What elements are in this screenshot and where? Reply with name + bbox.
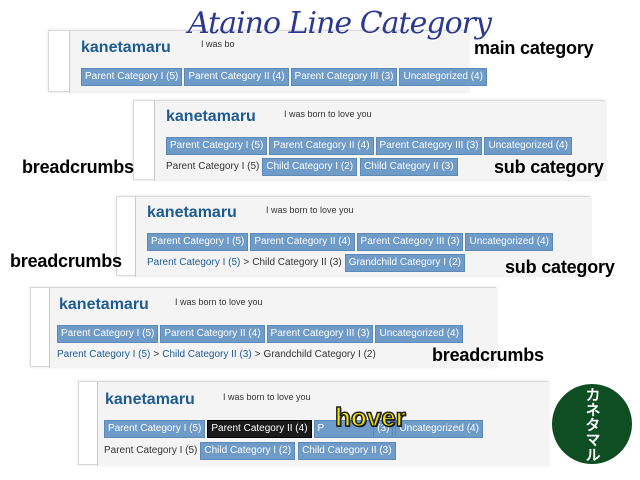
tab-child-category-1[interactable]: Child Category I (2) — [200, 442, 296, 460]
panel-breadcrumbs: kanetamaru I was born to love you Parent… — [30, 287, 498, 368]
tab-parent-category-3[interactable]: Parent Category III (3) — [266, 325, 374, 343]
main-category-nav: Parent Category I (5) Parent Category II… — [166, 137, 572, 155]
site-tagline: I was born to love you — [266, 205, 354, 215]
breadcrumb-link-parent[interactable]: Parent Category I (5) — [147, 255, 240, 271]
tab-parent-category-3[interactable]: Parent Category III (3) — [375, 137, 483, 155]
label-hover: hover — [334, 401, 406, 433]
site-logo[interactable]: kanetamaru — [166, 108, 256, 126]
page-title: Ataino Line Category — [188, 6, 492, 41]
site-tagline: I was born to love you — [284, 109, 372, 119]
tab-child-category-2[interactable]: Child Category II (3) — [360, 158, 458, 176]
breadcrumb-separator: > — [254, 349, 261, 360]
tab-parent-category-3[interactable]: Parent Category III (3) — [290, 68, 398, 86]
label-breadcrumbs: breadcrumbs — [432, 345, 544, 365]
tab-parent-category-1[interactable]: Parent Category I (5) — [57, 325, 159, 343]
tab-grandchild-category-1[interactable]: Grandchild Category I (2) — [344, 254, 465, 272]
badge-text: カネタマル — [583, 386, 602, 462]
site-logo[interactable]: kanetamaru — [81, 39, 171, 57]
tab-uncategorized[interactable]: Uncategorized (4) — [484, 137, 572, 155]
tab-uncategorized[interactable]: Uncategorized (4) — [465, 233, 553, 251]
tab-uncategorized[interactable]: Uncategorized (4) — [399, 68, 487, 86]
main-category-nav: Parent Category I (5) Parent Category II… — [147, 233, 553, 251]
tab-parent-category-1[interactable]: Parent Category I (5) — [81, 68, 183, 86]
tab-parent-category-1[interactable]: Parent Category I (5) — [147, 233, 249, 251]
main-category-nav: Parent Category I (5) Parent Category II… — [57, 325, 463, 343]
main-category-nav: Parent Category I (5) Parent Category II… — [104, 420, 483, 438]
site-logo[interactable]: kanetamaru — [59, 296, 149, 314]
tab-parent-category-1[interactable]: Parent Category I (5) — [166, 137, 268, 155]
label-sub-category: sub category — [494, 157, 604, 177]
tab-parent-category-2[interactable]: Parent Category II (4) — [184, 68, 289, 86]
label-main-category: main category — [474, 38, 594, 58]
breadcrumb-current: Parent Category I (5) — [166, 161, 260, 172]
breadcrumb-separator: > — [243, 257, 250, 268]
tab-child-category-2[interactable]: Child Category II (3) — [298, 442, 396, 460]
breadcrumb: Parent Category I (5) > Child Category I… — [57, 347, 376, 363]
site-logo[interactable]: kanetamaru — [147, 204, 237, 222]
tab-parent-category-2[interactable]: Parent Category II (4) — [160, 325, 265, 343]
tab-parent-category-1[interactable]: Parent Category I (5) — [104, 420, 206, 438]
site-logo[interactable]: kanetamaru — [105, 391, 195, 409]
site-tagline: I was born to love you — [175, 297, 263, 307]
tab-parent-category-3[interactable]: Parent Category III (3) — [356, 233, 464, 251]
panel-hover: kanetamaru I was born to love you Parent… — [78, 381, 550, 466]
breadcrumb-separator: > — [153, 349, 160, 360]
label-sub-category: sub category — [505, 257, 615, 277]
tab-uncategorized[interactable]: Uncategorized (4) — [375, 325, 463, 343]
label-breadcrumbs: breadcrumbs — [22, 157, 134, 177]
breadcrumb-current: Child Category II (3) — [252, 257, 342, 268]
breadcrumb-current: Parent Category I (5) — [104, 445, 198, 456]
site-tagline: I was born to love you — [223, 392, 311, 402]
main-category-nav: Parent Category I (5) Parent Category II… — [81, 68, 487, 86]
breadcrumb-current: Grandchild Category I (2) — [263, 349, 376, 360]
breadcrumb-link-child[interactable]: Child Category II (3) — [162, 347, 251, 363]
tab-child-category-1[interactable]: Child Category I (2) — [262, 158, 358, 176]
tab-parent-category-2[interactable]: Parent Category II (4) — [250, 233, 355, 251]
sub-category-row: Parent Category I (5) Child Category I (… — [166, 158, 458, 176]
tab-parent-category-2[interactable]: Parent Category II (4) — [269, 137, 374, 155]
breadcrumb: Parent Category I (5) > Child Category I… — [147, 254, 465, 272]
label-breadcrumbs: breadcrumbs — [10, 251, 122, 271]
sub-category-row: Parent Category I (5) Child Category I (… — [104, 442, 396, 460]
kanetamaru-badge-logo: カネタマル — [552, 384, 632, 464]
breadcrumb-link-parent[interactable]: Parent Category I (5) — [57, 347, 150, 363]
tab-uncategorized[interactable]: Uncategorized (4) — [395, 420, 483, 438]
tab-parent-category-2-hovered[interactable]: Parent Category II (4) — [207, 420, 312, 438]
